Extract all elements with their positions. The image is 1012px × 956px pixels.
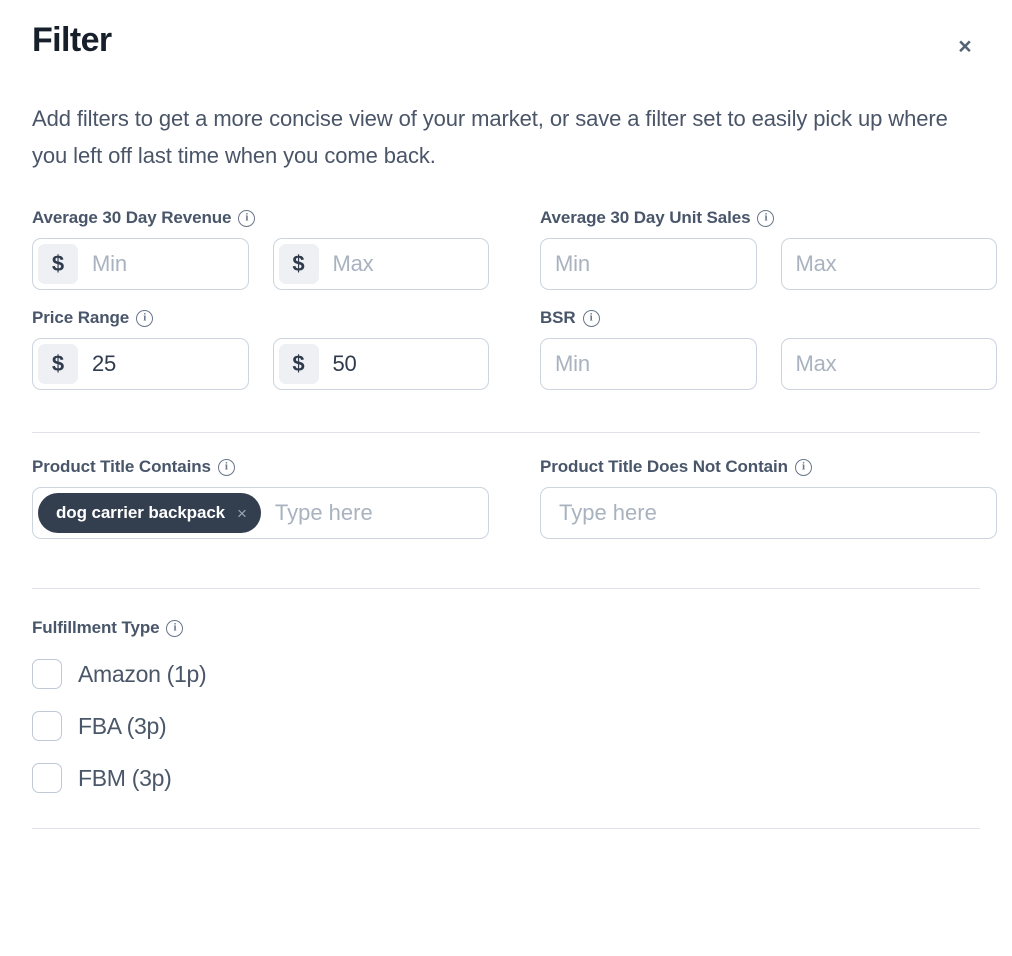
product-title-contains-input[interactable]: dog carrier backpack × xyxy=(32,487,489,539)
metric-filters-grid: Average 30 Day Revenue i $ $ Average 30 … xyxy=(32,208,980,408)
field-label-text: BSR xyxy=(540,308,576,328)
checkbox-icon[interactable] xyxy=(32,711,62,741)
field-label-text: Price Range xyxy=(32,308,129,328)
input-row: $ $ xyxy=(32,338,489,390)
input-row xyxy=(540,338,997,390)
product-title-does-not-contain-input[interactable] xyxy=(540,487,997,539)
bsr-min-input[interactable] xyxy=(540,338,757,390)
remove-tag-icon[interactable]: × xyxy=(237,505,247,522)
close-icon[interactable]: × xyxy=(950,31,980,61)
filter-tag-label: dog carrier backpack xyxy=(56,503,225,523)
filter-tag[interactable]: dog carrier backpack × xyxy=(38,493,261,533)
filter-modal: Filter × Add filters to get a more conci… xyxy=(0,0,1012,956)
info-icon[interactable]: i xyxy=(166,620,183,637)
field-average-30-day-unit-sales: Average 30 Day Unit Sales i xyxy=(540,208,997,290)
field-label: Price Range i xyxy=(32,308,489,328)
info-icon[interactable]: i xyxy=(136,310,153,327)
min-field[interactable] xyxy=(541,339,756,389)
checkbox-label: Amazon (1p) xyxy=(78,661,206,688)
info-icon[interactable]: i xyxy=(583,310,600,327)
field-label: BSR i xyxy=(540,308,997,328)
average-30-day-revenue-min-input[interactable]: $ xyxy=(32,238,249,290)
field-label-text: Fulfillment Type xyxy=(32,618,159,638)
section-fulfillment-type: Fulfillment Type i Amazon (1p) FBA (3p) … xyxy=(32,618,980,804)
field-price-range: Price Range i $ $ xyxy=(32,308,489,390)
field-label: Product Title Does Not Contain i xyxy=(540,457,997,477)
currency-prefix-icon: $ xyxy=(38,244,78,284)
currency-prefix-icon: $ xyxy=(279,244,319,284)
min-field[interactable] xyxy=(78,239,248,289)
title-filters-grid: Product Title Contains i dog carrier bac… xyxy=(32,457,980,557)
field-bsr: BSR i xyxy=(540,308,997,390)
input-row: $ $ xyxy=(32,238,489,290)
max-field[interactable] xyxy=(319,239,489,289)
field-label: Fulfillment Type i xyxy=(32,618,980,638)
checkbox-fbm-3p[interactable]: FBM (3p) xyxy=(32,752,171,804)
page-title: Filter xyxy=(32,22,980,59)
min-field[interactable] xyxy=(78,339,248,389)
tag-entry-field[interactable] xyxy=(541,488,996,538)
info-icon[interactable]: i xyxy=(795,459,812,476)
checkbox-amazon-1p[interactable]: Amazon (1p) xyxy=(32,648,206,700)
modal-header: Filter × xyxy=(32,0,980,78)
field-label: Average 30 Day Unit Sales i xyxy=(540,208,997,228)
max-field[interactable] xyxy=(782,239,997,289)
tag-entry-field[interactable] xyxy=(261,488,488,538)
field-label-text: Product Title Contains xyxy=(32,457,211,477)
average-30-day-unit-sales-max-input[interactable] xyxy=(781,238,998,290)
checkbox-label: FBA (3p) xyxy=(78,713,166,740)
checkbox-icon[interactable] xyxy=(32,659,62,689)
info-icon[interactable]: i xyxy=(757,210,774,227)
min-field[interactable] xyxy=(541,239,756,289)
checkbox-icon[interactable] xyxy=(32,763,62,793)
section-divider xyxy=(32,588,980,589)
max-field[interactable] xyxy=(319,339,489,389)
checkbox-fba-3p[interactable]: FBA (3p) xyxy=(32,700,166,752)
info-icon[interactable]: i xyxy=(238,210,255,227)
fulfillment-type-options: Amazon (1p) FBA (3p) FBM (3p) xyxy=(32,648,980,804)
average-30-day-revenue-max-input[interactable]: $ xyxy=(273,238,490,290)
field-label: Product Title Contains i xyxy=(32,457,489,477)
currency-prefix-icon: $ xyxy=(279,344,319,384)
field-label-text: Product Title Does Not Contain xyxy=(540,457,788,477)
field-label-text: Average 30 Day Revenue xyxy=(32,208,231,228)
field-label-text: Average 30 Day Unit Sales xyxy=(540,208,750,228)
bsr-max-input[interactable] xyxy=(781,338,998,390)
info-icon[interactable]: i xyxy=(218,459,235,476)
field-average-30-day-revenue: Average 30 Day Revenue i $ $ xyxy=(32,208,489,290)
section-divider xyxy=(32,432,980,433)
field-product-title-contains: Product Title Contains i dog carrier bac… xyxy=(32,457,489,539)
price-range-min-input[interactable]: $ xyxy=(32,338,249,390)
section-divider xyxy=(32,828,980,829)
currency-prefix-icon: $ xyxy=(38,344,78,384)
max-field[interactable] xyxy=(782,339,997,389)
average-30-day-unit-sales-min-input[interactable] xyxy=(540,238,757,290)
modal-description: Add filters to get a more concise view o… xyxy=(32,100,972,174)
field-product-title-does-not-contain: Product Title Does Not Contain i xyxy=(540,457,997,539)
input-row xyxy=(540,238,997,290)
price-range-max-input[interactable]: $ xyxy=(273,338,490,390)
checkbox-label: FBM (3p) xyxy=(78,765,171,792)
field-label: Average 30 Day Revenue i xyxy=(32,208,489,228)
